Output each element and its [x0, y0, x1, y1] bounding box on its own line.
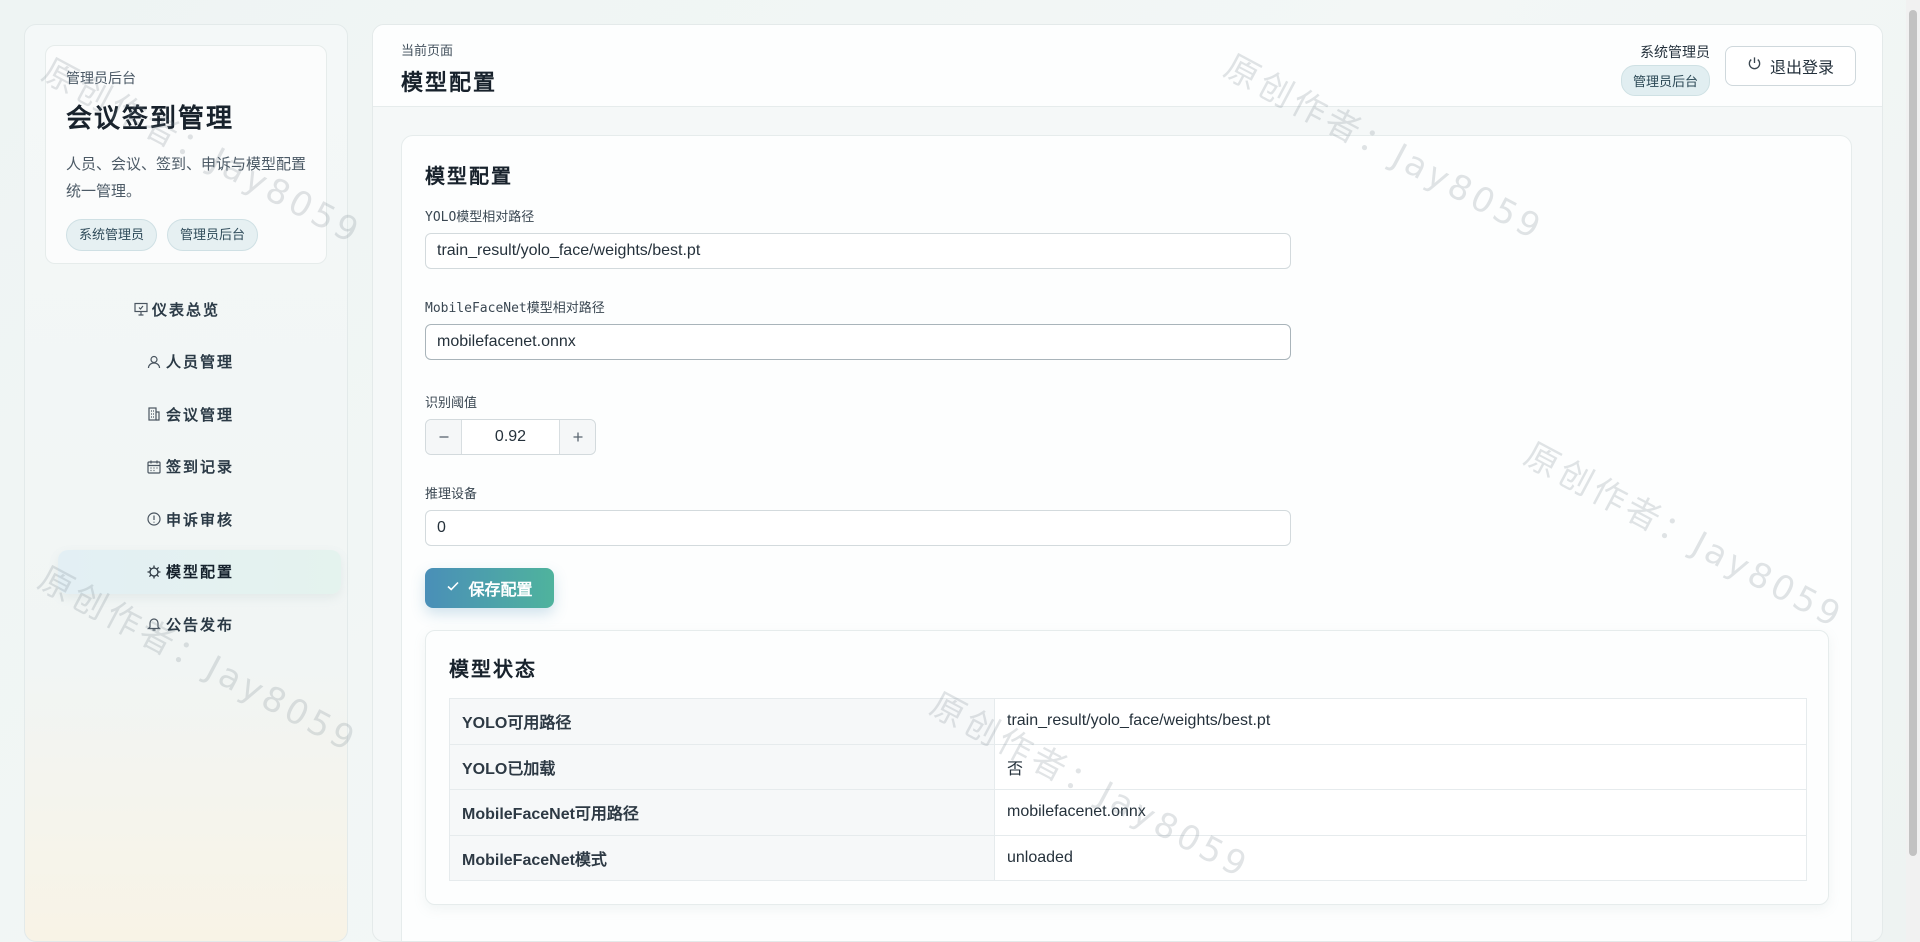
table-row: MobileFaceNet模式 unloaded: [449, 834, 1807, 881]
check-icon: [446, 579, 460, 598]
minus-icon: [439, 436, 448, 438]
plus-icon: [573, 432, 582, 442]
main-content: 当前页面 模型配置 系统管理员 管理员后台 退出登录 模型配置 YOLO模型相对…: [372, 24, 1883, 942]
sidebar-item-meetings[interactable]: 会议管理: [58, 392, 341, 436]
yolo-path-input[interactable]: [425, 233, 1291, 269]
power-icon: [1747, 56, 1762, 76]
sidebar-item-label: 人员管理: [166, 353, 235, 371]
role-tag-system-admin: 系统管理员: [66, 219, 158, 251]
brand-tags: 系统管理员 管理员后台: [66, 219, 306, 251]
user-name: 系统管理员: [1640, 44, 1710, 60]
page-scrollbar[interactable]: [1906, 0, 1920, 942]
sidebar-item-personnel[interactable]: 人员管理: [58, 340, 341, 384]
status-value: mobilefacenet.onnx: [994, 789, 1807, 836]
config-section-title: 模型配置: [425, 164, 513, 188]
user-icon: [146, 354, 162, 370]
threshold-label: 识别阈值: [425, 396, 478, 411]
sidebar-item-checkin-records[interactable]: 签到记录: [58, 445, 341, 489]
status-key: YOLO已加载: [449, 743, 995, 790]
scrollbar-thumb[interactable]: [1909, 10, 1917, 856]
calendar-icon: [146, 459, 162, 475]
status-key: MobileFaceNet可用路径: [449, 789, 995, 836]
role-tag-admin-console: 管理员后台: [167, 219, 259, 251]
sidebar-item-announcements[interactable]: 公告发布: [58, 602, 341, 646]
brand-description: 人员、会议、签到、申诉与模型配置统一管理。: [66, 156, 307, 200]
brand-kicker: 管理员后台: [66, 70, 136, 86]
table-row: YOLO已加载 否: [449, 743, 1807, 790]
status-section-title: 模型状态: [449, 657, 537, 681]
save-config-button[interactable]: 保存配置: [425, 568, 554, 608]
sidebar-item-appeals[interactable]: 申诉审核: [58, 497, 341, 541]
threshold-stepper: [425, 419, 596, 455]
status-value: unloaded: [994, 834, 1807, 881]
threshold-input[interactable]: [462, 420, 559, 454]
brand-card: 管理员后台 会议签到管理 人员、会议、签到、申诉与模型配置统一管理。 系统管理员…: [45, 45, 327, 264]
building-icon: [146, 406, 162, 422]
chip-icon: [146, 564, 162, 580]
user-role-badge: 管理员后台: [1620, 65, 1710, 96]
presentation-board-icon: [133, 301, 149, 317]
mobilefacenet-path-label: MobileFaceNet模型相对路径: [425, 301, 605, 316]
logout-button[interactable]: 退出登录: [1725, 46, 1856, 86]
sidebar-nav: 仪表总览 人员管理 会议管理 签到记录 申诉审核 模型配置 公告发布: [25, 287, 349, 655]
yolo-path-label: YOLO模型相对路径: [425, 210, 535, 225]
status-key: YOLO可用路径: [449, 698, 995, 745]
sidebar-item-label: 申诉审核: [166, 510, 235, 529]
sidebar-item-model-config[interactable]: 模型配置: [58, 549, 341, 594]
mobilefacenet-path-input[interactable]: [425, 324, 1291, 360]
sidebar-item-label: 模型配置: [166, 563, 235, 581]
sidebar-item-dashboard[interactable]: 仪表总览: [58, 287, 341, 331]
sidebar: 管理员后台 会议签到管理 人员、会议、签到、申诉与模型配置统一管理。 系统管理员…: [24, 24, 348, 942]
breadcrumb: 当前页面: [401, 43, 454, 58]
sidebar-item-label: 签到记录: [166, 458, 235, 476]
sidebar-item-label: 仪表总览: [152, 300, 221, 319]
topbar: 当前页面 模型配置 系统管理员 管理员后台 退出登录: [373, 25, 1882, 107]
table-row: YOLO可用路径 train_result/yolo_face/weights/…: [449, 698, 1807, 745]
table-row: MobileFaceNet可用路径 mobilefacenet.onnx: [449, 789, 1807, 836]
sidebar-item-label: 会议管理: [166, 405, 235, 424]
save-label: 保存配置: [468, 582, 533, 599]
alert-circle-icon: [146, 511, 162, 527]
model-status-card: 模型状态 YOLO可用路径 train_result/yolo_face/wei…: [425, 630, 1829, 905]
page-title: 模型配置: [401, 70, 498, 96]
model-status-table: YOLO可用路径 train_result/yolo_face/weights/…: [449, 698, 1807, 881]
logout-label: 退出登录: [1769, 60, 1834, 77]
bell-icon: [146, 616, 162, 632]
brand-title: 会议签到管理: [66, 104, 235, 134]
increment-button[interactable]: [559, 420, 595, 454]
status-value: 否: [994, 743, 1807, 790]
status-key: MobileFaceNet模式: [449, 834, 995, 881]
status-value: train_result/yolo_face/weights/best.pt: [994, 698, 1807, 745]
sidebar-item-label: 公告发布: [166, 615, 235, 634]
device-input[interactable]: [425, 510, 1291, 546]
model-config-panel: 模型配置 YOLO模型相对路径 MobileFaceNet模型相对路径 识别阈值…: [401, 135, 1852, 941]
decrement-button[interactable]: [426, 420, 462, 454]
device-label: 推理设备: [425, 487, 478, 502]
